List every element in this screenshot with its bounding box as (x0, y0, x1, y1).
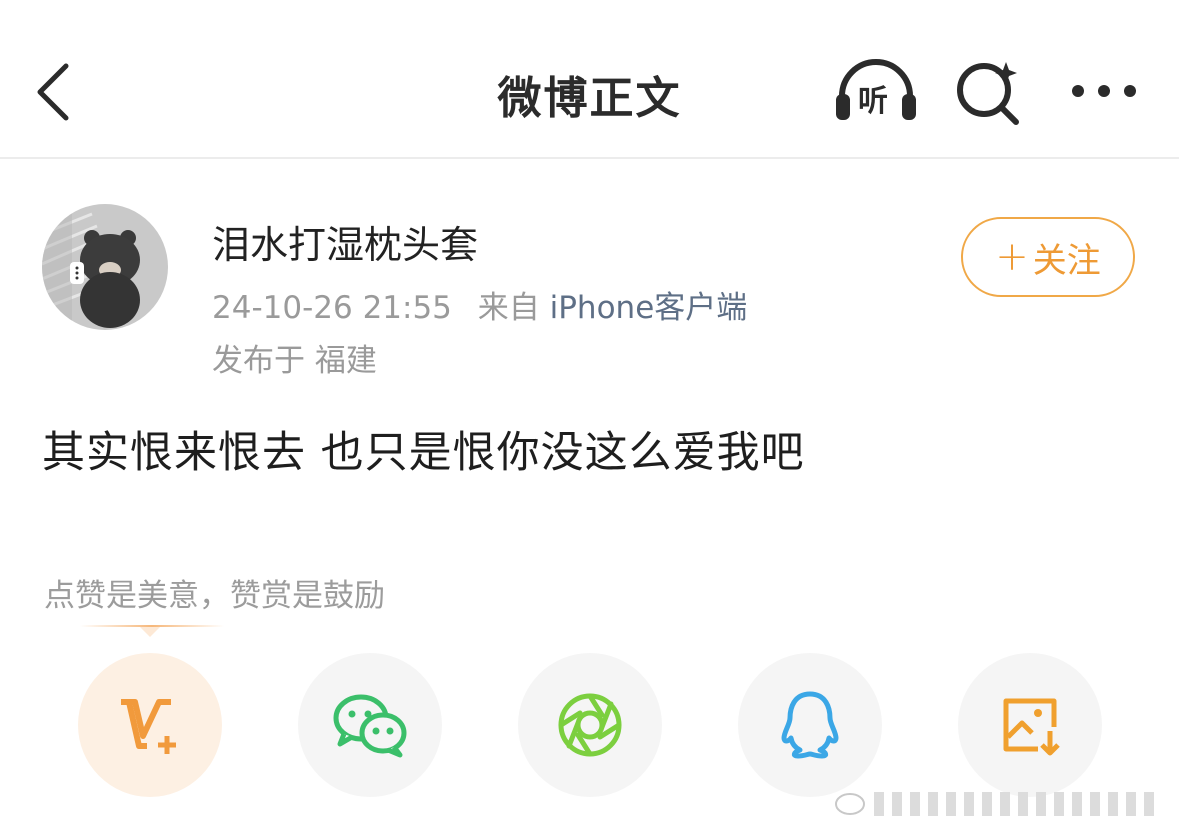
moments-icon (558, 693, 622, 757)
follow-button[interactable]: + 关注 (961, 217, 1135, 297)
username[interactable]: 泪水打湿枕头套 (212, 214, 478, 269)
share-wechat-button[interactable] (298, 653, 442, 797)
weibo-vplus-icon (121, 699, 176, 754)
share-weibo-vplus-button[interactable] (78, 653, 222, 797)
bear-avatar-icon (42, 204, 168, 330)
share-qq-button[interactable] (738, 653, 882, 797)
listen-button[interactable]: 听 (834, 56, 918, 126)
reward-hint: 点赞是美意，赞赏是鼓励 (44, 578, 385, 614)
source-prefix: 来自 (477, 290, 540, 326)
source-client: iPhone客户端 (549, 290, 748, 326)
more-options-button[interactable] (1064, 66, 1144, 116)
qq-icon (781, 691, 839, 759)
avatar[interactable] (42, 204, 168, 330)
search-button[interactable] (954, 56, 1026, 128)
watermark (830, 782, 1170, 822)
save-image-button[interactable] (958, 653, 1102, 797)
post-location: 发布于 福建 (212, 343, 377, 379)
post-meta: 24-10-26 21:55 来自 iPhone客户端 (212, 282, 747, 327)
plus-icon: + (995, 234, 1029, 280)
follow-label: 关注 (1032, 240, 1101, 281)
more-dots-icon (1072, 85, 1136, 97)
search-sparkle-icon (957, 62, 1019, 125)
post-datetime: 24-10-26 21:55 (212, 290, 452, 326)
listen-label: 听 (858, 84, 888, 119)
post-content: 其实恨来恨去 也只是恨你没这么爱我吧 (42, 428, 805, 478)
save-image-icon (1003, 698, 1060, 756)
wechat-icon (333, 694, 407, 758)
tip-arrow (140, 627, 160, 637)
weibo-watermark-icon (835, 792, 1154, 816)
share-moments-button[interactable] (518, 653, 662, 797)
